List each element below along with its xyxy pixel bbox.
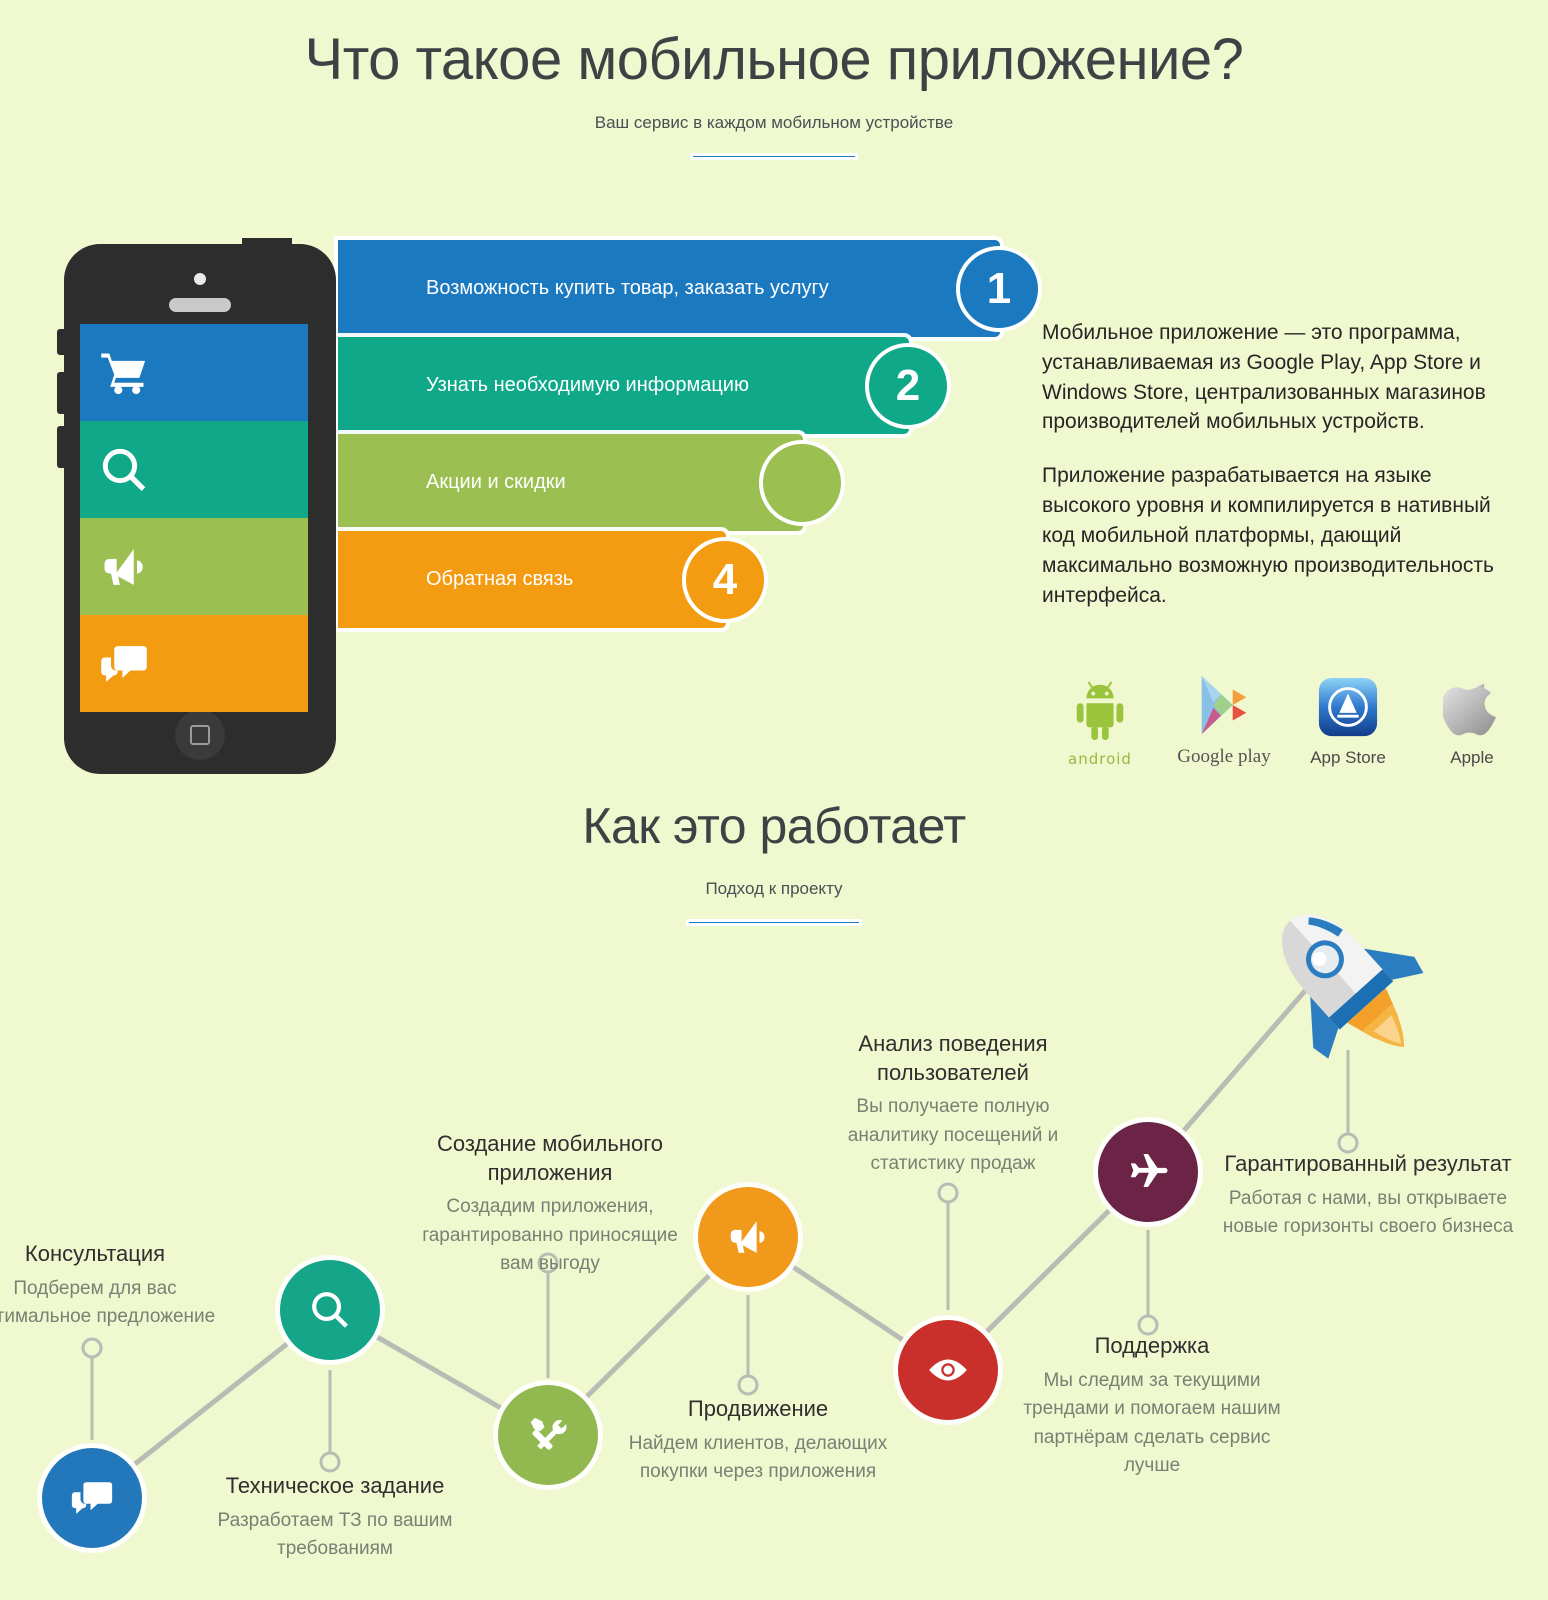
timeline-desc: Разработаем ТЗ по вашим требованиям [217, 1509, 453, 1560]
store-caption: Apple [1450, 748, 1494, 767]
rocket-icon [1240, 880, 1440, 1065]
screen-row-2 [80, 421, 308, 518]
timeline-node-spec[interactable] [280, 1260, 380, 1360]
feature-bar-label: Узнать необходимую информацию [426, 374, 749, 396]
screen-row-4 [80, 615, 308, 712]
timeline-text-spec: Техническое задание Разработаем ТЗ по ва… [195, 1472, 475, 1564]
feature-bar-label: Возможность купить товар, заказать услуг… [426, 277, 829, 299]
timeline-text-result: Гарантированный результат Работая с нами… [1218, 1150, 1518, 1242]
feature-bar-3[interactable]: Акции и скидки [338, 434, 845, 531]
timeline-title: Создание мобильного приложения [436, 1131, 664, 1185]
search-icon [312, 1292, 349, 1328]
search-icon [98, 444, 150, 496]
phone-feature-block: Возможность купить товар, заказать услуг… [57, 238, 1042, 785]
timeline-text-analytics: Анализ поведения пользователей Вы получа… [818, 1030, 1088, 1179]
timeline-node-promotion[interactable] [698, 1187, 798, 1287]
app-store-logos: android Google play App Store Apple [1046, 668, 1526, 768]
timeline-title: Продвижение [687, 1396, 829, 1421]
timeline-node-consultation[interactable] [42, 1448, 142, 1548]
timeline-desc: Мы следим за текущими трендами и помогае… [1023, 1369, 1281, 1477]
phone-volume-up-button [57, 372, 64, 414]
store-caption: Google play [1177, 746, 1271, 767]
timeline-title: Техническое задание [225, 1473, 445, 1498]
eye-icon [929, 1359, 967, 1381]
feature-bar-number: 2 [865, 342, 951, 429]
phone-notch [242, 238, 292, 250]
timeline-title: Гарантированный результат [1224, 1151, 1512, 1176]
android-robot-icon [1046, 672, 1154, 746]
store-app-store: App Store [1294, 670, 1402, 768]
timeline-node-support[interactable] [1098, 1122, 1198, 1222]
megaphone-icon [730, 1221, 765, 1253]
timeline-desc: Вы получаете полную аналитику посещений … [847, 1096, 1059, 1175]
accent-rule [690, 152, 858, 160]
feature-bar-number: 1 [956, 245, 1042, 332]
store-caption: android [1068, 750, 1132, 768]
megaphone-icon [98, 541, 150, 593]
phone-speaker-grille [169, 298, 231, 312]
timeline-desc: Найдем клиентов, делающих покупки через … [628, 1432, 888, 1483]
google-play-icon [1170, 668, 1278, 742]
store-google-play: Google play [1170, 668, 1278, 768]
timeline-title: Анализ поведения пользователей [858, 1031, 1048, 1085]
description-paragraph-2: Приложение разрабатывается на языке высо… [1042, 464, 1494, 607]
feature-bar-1[interactable]: Возможность купить товар, заказать услуг… [338, 240, 1042, 337]
airplane-icon [1130, 1154, 1168, 1187]
store-apple: Apple [1418, 670, 1526, 768]
phone-volume-down-button [57, 426, 64, 468]
page-title: Что такое мобильное приложение? [304, 27, 1244, 92]
timeline-desc: Подберем для вас оптимальное предложение [0, 1277, 216, 1328]
shopping-cart-icon [98, 347, 150, 399]
timeline-node-development[interactable] [498, 1385, 598, 1485]
section-title: Как это работает [582, 798, 966, 854]
timeline-desc: Создадим приложения, гарантированно прин… [422, 1196, 678, 1275]
timeline-text-promotion: Продвижение Найдем клиентов, делающих по… [618, 1395, 898, 1487]
feature-bar-4[interactable]: Обратная связь 4 [338, 531, 768, 628]
apple-logo-icon [1418, 670, 1526, 744]
timeline-text-consultation: Консультация Подберем для вас оптимально… [0, 1240, 230, 1332]
timeline-title: Консультация [24, 1241, 166, 1266]
app-store-icon [1294, 670, 1402, 744]
feature-bar-label: Акции и скидки [426, 471, 566, 493]
timeline-text-support: Поддержка Мы следим за текущими трендами… [1012, 1332, 1292, 1481]
description-block: Мобильное приложение — это программа, ус… [1042, 318, 1520, 634]
screen-row-3 [80, 518, 308, 615]
chat-bubbles-icon [71, 1482, 113, 1514]
chat-bubbles-icon [98, 638, 150, 690]
section-header-1: Что такое мобильное приложение? Ваш серв… [0, 27, 1548, 160]
tools-icon [530, 1417, 567, 1450]
feature-bar-label: Обратная связь [426, 568, 574, 590]
timeline-title: Поддержка [1094, 1333, 1210, 1358]
feature-bar-number [759, 439, 845, 526]
phone-camera-icon [194, 273, 206, 285]
phone-screen [80, 324, 308, 712]
store-caption: App Store [1310, 748, 1386, 767]
phone-side-button [57, 329, 64, 355]
process-timeline: Консультация Подберем для вас оптимально… [0, 900, 1548, 1600]
timeline-node-analytics[interactable] [898, 1320, 998, 1420]
timeline-desc: Работая с нами, вы открываете новые гори… [1222, 1187, 1514, 1238]
timeline-text-development: Создание мобильного приложения Создадим … [410, 1130, 690, 1279]
description-paragraph-1: Мобильное приложение — это программа, ус… [1042, 321, 1486, 434]
page-subtitle: Ваш сервис в каждом мобильном устройстве [594, 112, 954, 132]
feature-bar-2[interactable]: Узнать необходимую информацию 2 [338, 337, 951, 434]
screen-row-1 [80, 324, 308, 421]
store-android: android [1046, 672, 1154, 768]
feature-bar-number: 4 [682, 536, 768, 623]
phone-home-button[interactable] [175, 710, 225, 760]
